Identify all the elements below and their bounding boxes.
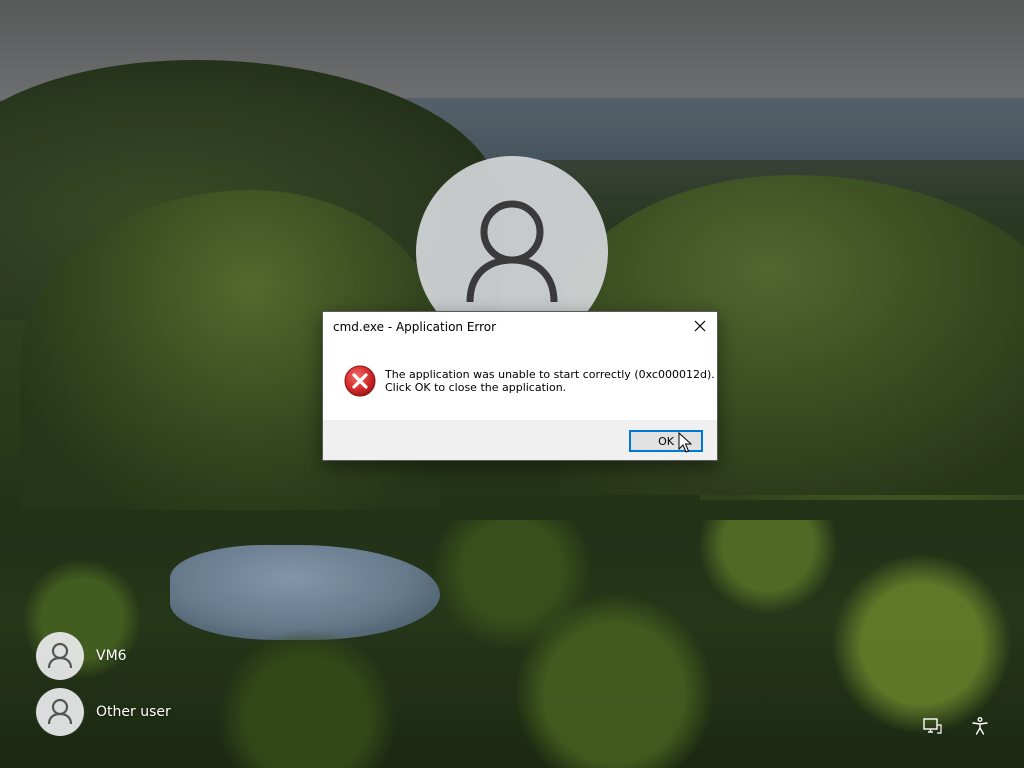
close-icon	[694, 320, 706, 332]
user-tile-other-user[interactable]: Other user	[36, 688, 256, 736]
user-icon	[36, 632, 84, 680]
accessibility-icon	[972, 717, 988, 735]
message-line: The application was unable to start corr…	[385, 368, 715, 381]
accessibility-button[interactable]	[968, 714, 992, 738]
mouse-pointer-icon	[678, 432, 692, 453]
user-tile-vm6[interactable]: VM6	[36, 632, 256, 680]
lock-screen: cmd.exe - Application Error The applicat…	[0, 0, 1024, 768]
dialog-message: The application was unable to start corr…	[385, 368, 715, 394]
dialog-title: cmd.exe - Application Error	[333, 320, 497, 334]
error-icon	[344, 365, 376, 397]
network-button[interactable]	[920, 714, 944, 738]
network-icon	[923, 718, 942, 734]
user-name: Other user	[96, 704, 171, 720]
application-error-dialog: cmd.exe - Application Error The applicat…	[322, 311, 718, 461]
close-button[interactable]	[689, 316, 711, 336]
message-line: Click OK to close the application.	[385, 381, 567, 394]
dialog-footer: OK	[323, 420, 717, 460]
user-name: VM6	[96, 648, 127, 664]
user-icon	[36, 688, 84, 736]
